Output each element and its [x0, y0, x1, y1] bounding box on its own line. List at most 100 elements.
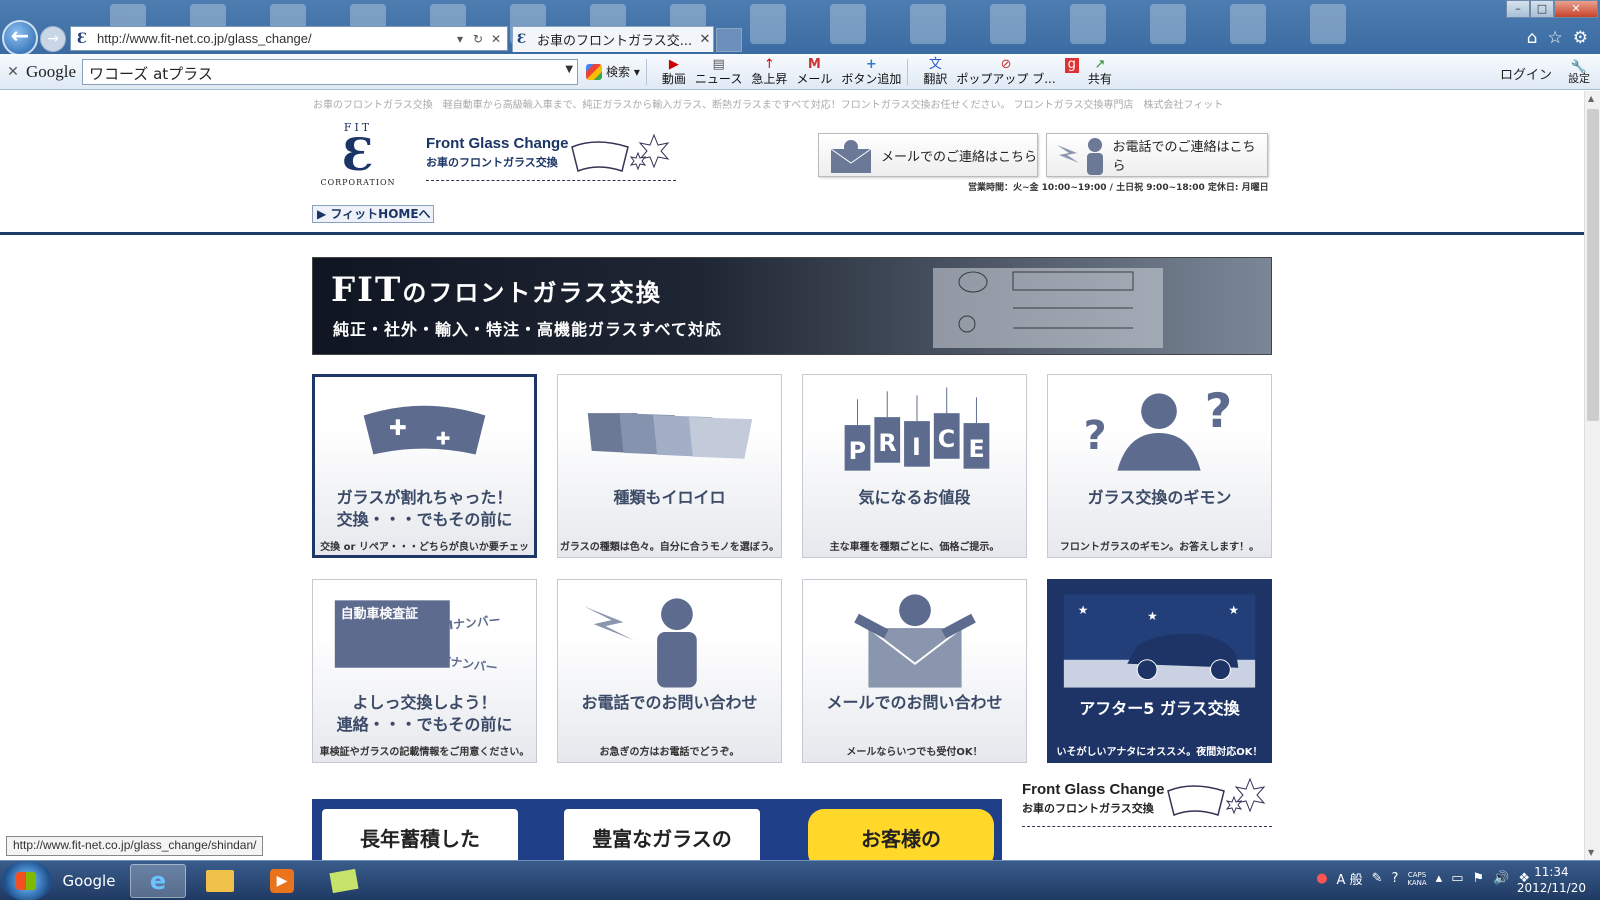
clock[interactable]: 11:34 2012/11/20	[1517, 864, 1586, 896]
card-title: 気になるお値段	[858, 488, 971, 507]
tab-close-icon[interactable]: ✕	[697, 32, 713, 47]
toolbar-label: 翻訳	[923, 71, 948, 86]
taskbar-media-icon[interactable]: ▶	[254, 864, 310, 898]
hero-banner: FITのフロントガラス交換 純正・社外・輸入・特注・高機能ガラスすべて対応	[312, 257, 1272, 355]
phone-person-icon	[1057, 138, 1103, 175]
svg-text:✚: ✚	[436, 430, 451, 450]
address-url[interactable]: http://www.fit-net.co.jp/glass_change/	[97, 31, 453, 46]
card-title: メールでのお問い合わせ	[826, 693, 1003, 712]
caps-label: CAPS	[1407, 870, 1427, 879]
fit-home-button[interactable]: ▶ フィットHOMEへ	[312, 205, 434, 223]
favorites-star-icon[interactable]: ☆	[1548, 28, 1563, 48]
google-logo-text: Google	[26, 61, 77, 81]
folder-icon	[206, 870, 234, 892]
card-glass-broken[interactable]: ✚ ✚ ガラスが割れちゃった！ 交換・・・でもその前に 交換 or リペア・・・ど…	[312, 374, 537, 558]
taskbar: Google e ▶ ● A 般 ✎ ? CAPS KANA ▴ ▭ ⚑ 🔊 ❖ …	[0, 860, 1600, 900]
ime-indicator[interactable]: A 般	[1337, 869, 1363, 888]
card-glass-types[interactable]: 種類もイロイロ ガラスの種類は色々。自分に合うモノを選ぼう。	[557, 374, 782, 558]
address-bar[interactable]: Ɛ http://www.fit-net.co.jp/glass_change/…	[70, 26, 508, 51]
taskbar-ie-icon[interactable]: e	[130, 864, 186, 898]
search-dropdown-icon[interactable]: ▾	[453, 32, 467, 46]
toolbar-button-add[interactable]: + ボタン追加	[841, 58, 901, 86]
tools-gear-icon[interactable]: ⚙	[1573, 28, 1588, 48]
google-search-button[interactable]: 検索 ▾	[586, 63, 640, 80]
header-title: Front Glass Change お車のフロントガラス交換	[426, 133, 676, 181]
scroll-up-icon[interactable]: ▲	[1588, 94, 1594, 103]
banner-title-rest: のフロントガラス交換	[402, 279, 662, 307]
card-phone-inquiry[interactable]: お電話でのお問い合わせ お急ぎの方はお電話でどうぞ。	[557, 579, 782, 763]
toolbar-button-mail[interactable]: M メール	[796, 58, 832, 86]
action-center-flag-icon[interactable]: ⚑	[1473, 871, 1485, 886]
price-letter: E	[969, 435, 985, 463]
toolbar-button-video[interactable]: ▶ 動画	[662, 58, 686, 86]
minimize-button[interactable]: –	[1506, 0, 1530, 18]
translate-icon: 文	[928, 56, 942, 72]
scrollbar-thumb[interactable]	[1587, 109, 1599, 421]
google-search-value[interactable]: ワコーズ atプラス	[89, 65, 213, 83]
clock-time: 11:34	[1534, 865, 1569, 879]
card-price[interactable]: PRICE 気になるお値段 主な車種を種類ごとに、価格ご提示。	[802, 374, 1027, 558]
price-letter: R	[878, 429, 896, 457]
notification-icon[interactable]: ●	[1316, 871, 1327, 886]
toolbar-button-translate[interactable]: 文翻訳	[923, 58, 947, 86]
toolbar-label: ポップアップ ブ...	[956, 71, 1056, 86]
ime-tools-icon[interactable]: ✎	[1372, 871, 1383, 886]
price-letter: C	[938, 425, 955, 453]
forward-button[interactable]: →	[40, 26, 66, 52]
login-link[interactable]: ログイン	[1500, 64, 1552, 83]
card-subtitle: 主な車種を種類ごとに、価格ご提示。	[829, 542, 1000, 553]
phone-contact-label: お電話でのご連絡はこちら	[1112, 140, 1256, 174]
feature-box: 豊富なガラスの	[564, 809, 760, 860]
refresh-icon[interactable]: ↻	[471, 32, 485, 46]
toolbar-button-share[interactable]: ↗ 共有	[1088, 58, 1112, 86]
share-icon: ↗	[1094, 56, 1106, 72]
search-history-dropdown-icon[interactable]: ▼	[565, 64, 573, 75]
phone-person-icon	[583, 598, 697, 688]
card-title: ガラス交換のギモン	[1087, 488, 1232, 507]
media-player-icon: ▶	[270, 869, 294, 893]
settings-label: 設定	[1568, 72, 1590, 85]
scroll-down-icon[interactable]: ▼	[1588, 848, 1594, 857]
toolbar-button-gplus[interactable]: g	[1064, 57, 1079, 86]
toolbar-button-news[interactable]: ▤ ニュース	[695, 58, 742, 86]
new-tab-button[interactable]	[716, 28, 742, 52]
taskbar-google[interactable]: Google	[58, 864, 120, 898]
taskbar-notes-icon[interactable]	[316, 864, 372, 898]
business-hours: 営業時間：火~金 10:00~19:00 / 土日祝 9:00~18:00 定休…	[968, 183, 1269, 193]
tab-active[interactable]: Ɛ お車のフロントガラス交... ✕	[512, 26, 714, 52]
sticky-notes-icon	[329, 868, 359, 894]
vehicle-document-icon: 自動車検査証 MナンバーDOTナンバー	[334, 600, 501, 675]
card-faq[interactable]: ?? ガラス交換のギモン フロントガラスのギモン。お答えします！。	[1047, 374, 1272, 558]
card-after5[interactable]: ★ ★ ★ アフター5 ガラス交換 いそがしいアナタにオススメ。夜間対応OK！	[1047, 579, 1272, 763]
volume-icon[interactable]: 🔊	[1493, 871, 1509, 886]
mail-contact-button[interactable]: メールでのご連絡はこちら	[818, 133, 1038, 177]
tray-expand-icon[interactable]: ▴	[1436, 871, 1443, 886]
maximize-button[interactable]: □	[1530, 0, 1554, 18]
vertical-scrollbar[interactable]: ▲ ▼	[1584, 91, 1600, 860]
toolbar-label: ボタン追加	[841, 71, 902, 86]
toolbar-label: 急上昇	[751, 71, 788, 86]
card-prepare-contact[interactable]: 自動車検査証 Mナンバー DOTナンバー よしっ交換しよう！ 連絡・・・でもその前に…	[312, 579, 537, 763]
start-button[interactable]	[2, 861, 52, 900]
card-mail-inquiry[interactable]: メールでのお問い合わせ メールならいつでも受付OK！	[802, 579, 1027, 763]
toolbar-button-trending[interactable]: ↑ 急上昇	[751, 58, 787, 86]
close-button[interactable]: ✕	[1554, 0, 1598, 18]
feature-strip: 長年蓄積した 豊富なガラスの お客様の	[312, 799, 1002, 860]
toolbar-button-popup[interactable]: ⊘ ポップアップ ブ...	[956, 58, 1055, 86]
taskbar-explorer-icon[interactable]	[192, 864, 248, 898]
svg-text:?: ?	[1084, 413, 1107, 459]
home-icon[interactable]: ⌂	[1527, 28, 1538, 48]
google-search-input[interactable]: ワコーズ atプラス ▼	[82, 58, 579, 85]
card-subtitle: 交換 or リペア・・・どちらが良いか要チェック!	[320, 542, 529, 553]
help-icon[interactable]: ?	[1391, 871, 1398, 886]
settings-button[interactable]: 🔧 設定	[1568, 61, 1590, 85]
fit-logo[interactable]: FIT Ɛ CORPORATION	[312, 121, 404, 191]
toolbar-label: 動画	[661, 71, 686, 86]
back-button[interactable]: ←	[2, 20, 38, 56]
toolbar-close-icon[interactable]: ✕	[0, 64, 26, 80]
network-icon[interactable]: ▭	[1451, 871, 1463, 886]
banner-title-fit: FIT	[331, 270, 403, 310]
phone-contact-button[interactable]: お電話でのご連絡はこちら	[1046, 133, 1268, 177]
stop-icon[interactable]: ✕	[489, 32, 503, 46]
page-content: お車のフロントガラス交換 軽自動車から高級輸入車まで、純正ガラスから輸入ガラス、…	[0, 91, 1584, 860]
